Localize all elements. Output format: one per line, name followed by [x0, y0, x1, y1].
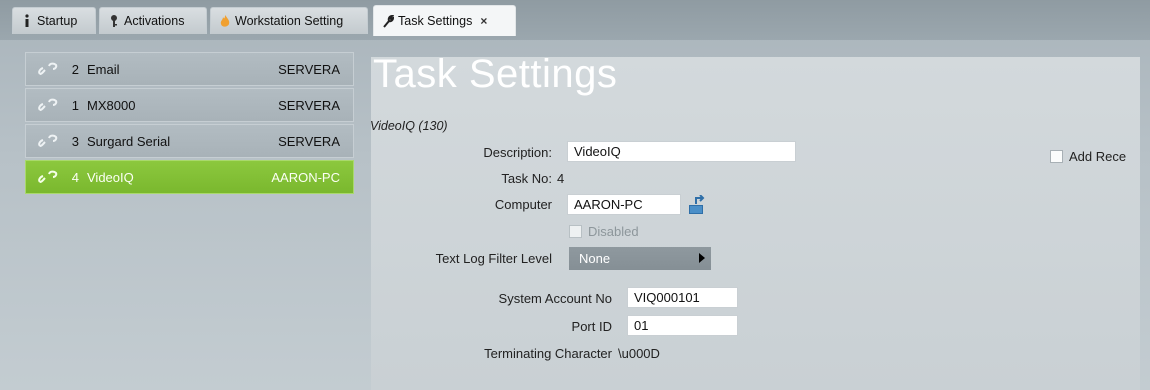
play-arrow-icon — [699, 253, 705, 263]
system-account-field[interactable]: VIQ000101 — [627, 287, 738, 308]
task-list: 2 Email SERVERA 1 MX8000 SERVERA 3 Surga… — [25, 52, 354, 196]
terminating-char-value: \u000D — [618, 346, 660, 361]
page-subtitle: VideoIQ (130) — [370, 119, 448, 133]
flame-icon — [218, 13, 232, 29]
list-item[interactable]: 1 MX8000 SERVERA — [25, 88, 354, 122]
description-label: Description: — [483, 145, 552, 160]
tab-label: Activations — [124, 14, 185, 28]
disabled-checkbox[interactable] — [569, 225, 582, 238]
port-id-label: Port ID — [571, 319, 612, 334]
task-no-value: 4 — [557, 171, 565, 186]
task-name: Email — [87, 61, 120, 77]
list-item-selected[interactable]: 4 VideoIQ AARON-PC — [25, 160, 354, 194]
key-icon — [107, 13, 121, 29]
tab-task-settings[interactable]: Task Settings × — [373, 5, 516, 36]
disabled-label: Disabled — [588, 224, 639, 239]
page-title: Task Settings — [373, 52, 618, 96]
tab-startup[interactable]: Startup — [12, 7, 96, 34]
tab-label: Workstation Setting — [235, 14, 344, 28]
task-server: SERVERA — [278, 61, 340, 77]
link-icon — [37, 133, 65, 149]
link-icon — [37, 61, 65, 77]
task-name: VideoIQ — [87, 169, 134, 185]
task-no-label: Task No: — [501, 171, 552, 186]
add-rec-label: Add Rece — [1069, 149, 1127, 164]
wrench-icon — [381, 13, 395, 29]
task-name: MX8000 — [87, 97, 136, 113]
link-icon — [37, 97, 65, 113]
log-filter-value: None — [579, 251, 611, 266]
log-filter-label: Text Log Filter Level — [435, 251, 552, 266]
task-server: SERVERA — [278, 97, 340, 113]
tab-activations[interactable]: Activations — [99, 7, 207, 34]
settings-panel — [371, 57, 1140, 390]
close-icon[interactable]: × — [480, 14, 487, 28]
list-item[interactable]: 2 Email SERVERA — [25, 52, 354, 86]
task-number: 3 — [71, 133, 79, 149]
browse-computer-icon[interactable] — [688, 194, 708, 215]
terminating-char-label: Terminating Character — [484, 346, 612, 361]
add-rec-checkbox[interactable] — [1050, 150, 1063, 163]
list-item[interactable]: 3 Surgard Serial SERVERA — [25, 124, 354, 158]
computer-label: Computer — [494, 197, 552, 212]
task-server: AARON-PC — [271, 169, 340, 185]
description-field[interactable]: VideoIQ — [567, 141, 796, 162]
tab-workstation-setting[interactable]: Workstation Setting — [210, 7, 368, 34]
task-number: 2 — [71, 61, 79, 77]
port-id-field[interactable]: 01 — [627, 315, 738, 336]
tab-label: Startup — [37, 14, 78, 28]
task-number: 1 — [71, 97, 79, 113]
tab-bar: Startup Activations Workstation Setting … — [0, 0, 1150, 40]
info-icon — [20, 13, 34, 29]
computer-field[interactable]: AARON-PC — [567, 194, 681, 215]
task-server: SERVERA — [278, 133, 340, 149]
log-filter-select[interactable]: None — [569, 247, 711, 270]
link-icon — [37, 169, 65, 185]
task-number: 4 — [71, 169, 79, 185]
task-name: Surgard Serial — [87, 133, 171, 149]
system-account-label: System Account No — [498, 291, 612, 306]
tab-label: Task Settings — [398, 14, 473, 28]
